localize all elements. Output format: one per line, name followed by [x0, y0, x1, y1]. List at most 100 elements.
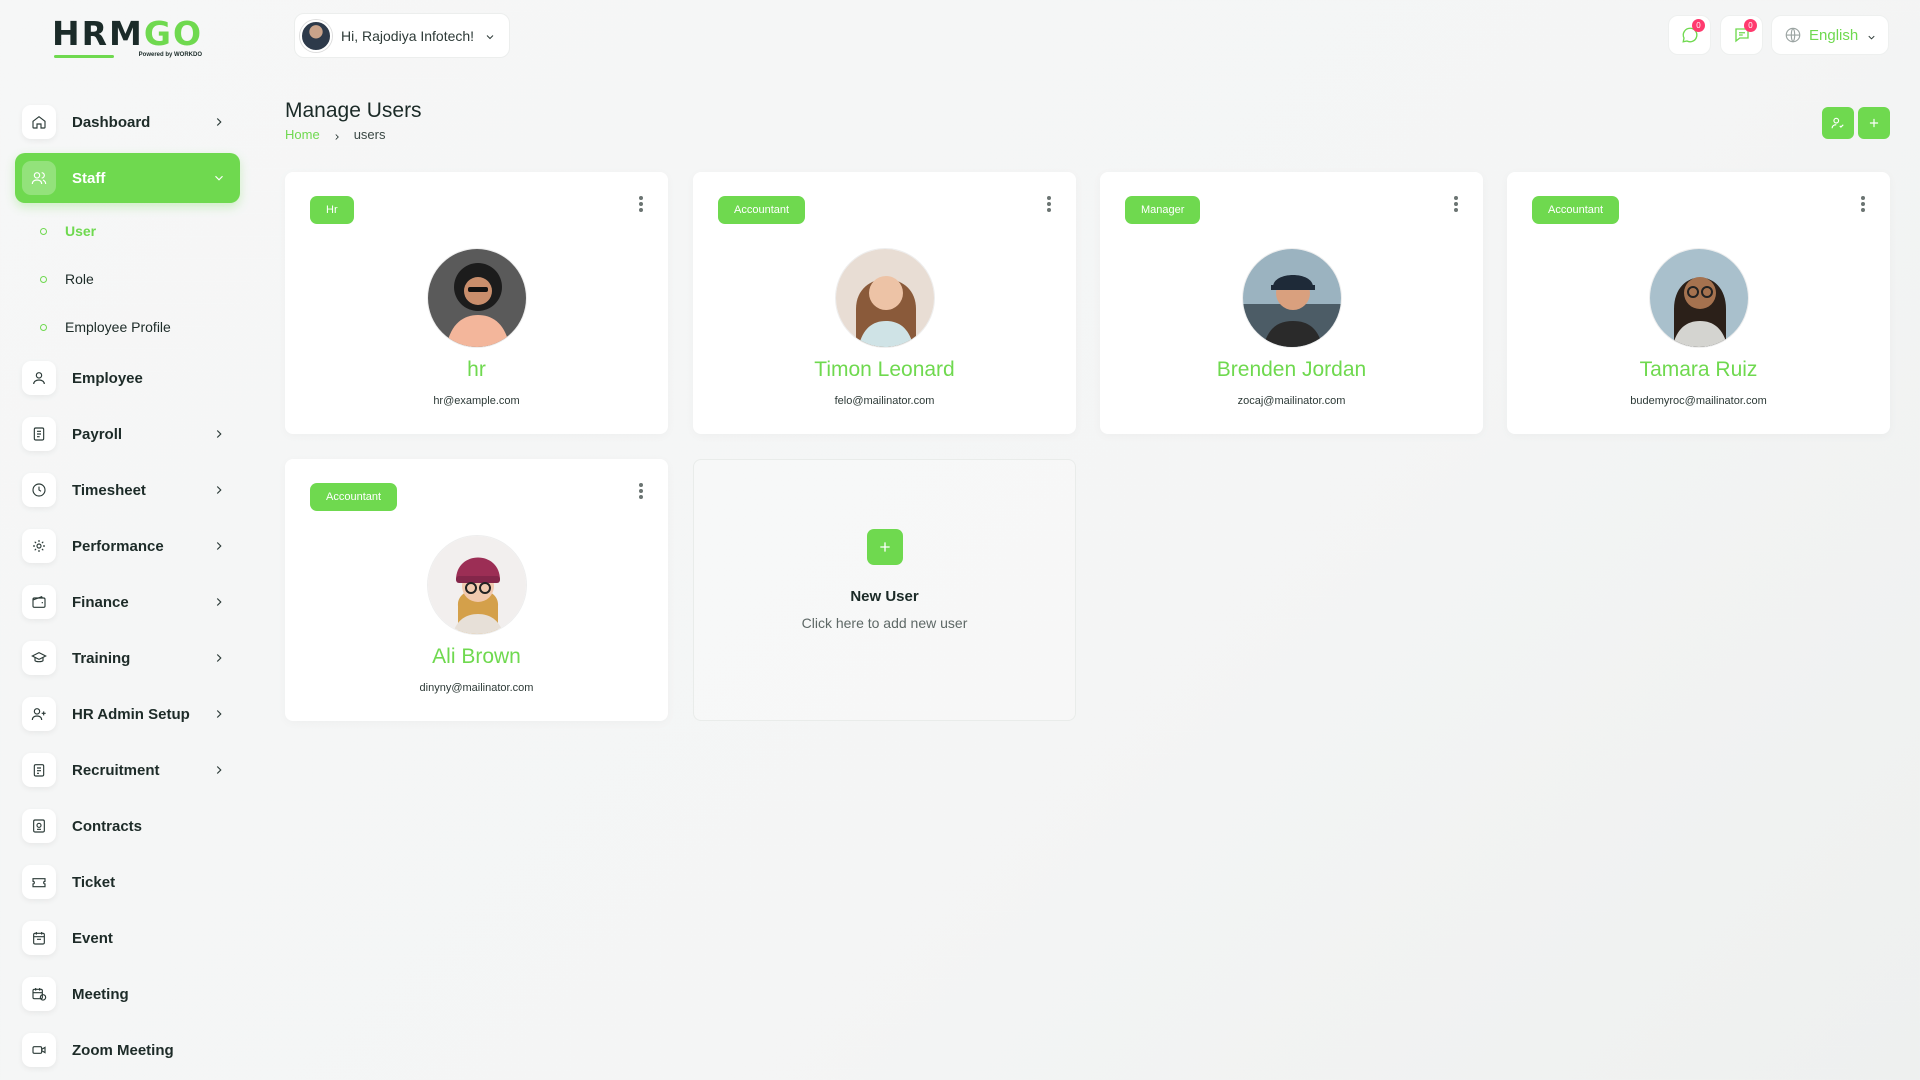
notifications-badge: 0	[1744, 19, 1757, 32]
more-options-icon[interactable]	[1860, 196, 1866, 214]
receipt-icon	[22, 417, 56, 451]
performance-icon	[22, 529, 56, 563]
user-name: hr	[467, 358, 486, 381]
sidebar-item-ticket[interactable]: Ticket	[15, 857, 240, 907]
sidebar-item-performance[interactable]: Performance	[15, 521, 240, 571]
sidebar-item-zoom-meeting[interactable]: Zoom Meeting	[15, 1025, 240, 1075]
sidebar-item-employee[interactable]: Employee	[15, 353, 240, 403]
more-options-icon[interactable]	[638, 196, 644, 214]
user-email: budemyroc@mailinator.com	[1630, 395, 1767, 407]
user-card: Accountant Tamara Ruiz budemyroc@mailina…	[1507, 172, 1890, 434]
chevron-right-icon	[212, 115, 226, 129]
create-user-button[interactable]	[1858, 107, 1890, 139]
user-email: dinyny@mailinator.com	[419, 682, 534, 694]
role-badge: Accountant	[310, 483, 398, 511]
messages-badge: 0	[1692, 19, 1705, 32]
new-user-subtitle: Click here to add new user	[801, 615, 968, 631]
sidebar-item-payroll[interactable]: Payroll	[15, 409, 240, 459]
chevron-right-icon	[212, 539, 226, 553]
sidebar-item-training[interactable]: Training	[15, 633, 240, 683]
notifications-button[interactable]: 0	[1720, 15, 1763, 55]
role-badge: Accountant	[1532, 196, 1620, 224]
chevron-right-icon	[332, 130, 342, 140]
user-photo	[1242, 248, 1342, 348]
bullet-icon	[40, 323, 47, 331]
user-photo	[1649, 248, 1749, 348]
page-title: Manage Users	[285, 99, 422, 122]
globe-icon	[1785, 27, 1801, 43]
user-card: Accountant Ali Brown dinyny@mailinator.c…	[285, 459, 668, 721]
user-photo	[427, 248, 527, 348]
messages-button[interactable]: 0	[1668, 15, 1711, 55]
chevron-down-icon	[484, 30, 496, 42]
sidebar: HRMGO Powered by WORKDO Dashboard Staff …	[0, 0, 256, 1080]
add-user-button[interactable]	[867, 529, 903, 565]
user-name: Ali Brown	[432, 645, 521, 668]
chevron-down-icon	[1866, 30, 1877, 41]
sidebar-subitem-role[interactable]: Role	[15, 255, 240, 303]
role-badge: Manager	[1125, 196, 1201, 224]
ticket-icon	[22, 865, 56, 899]
chevron-down-icon	[212, 171, 226, 185]
chevron-right-icon	[212, 763, 226, 777]
sidebar-item-timesheet[interactable]: Timesheet	[15, 465, 240, 515]
user-menu-dropdown[interactable]: Hi, Rajodiya Infotech!	[294, 13, 510, 58]
language-selector[interactable]: English	[1771, 15, 1889, 55]
user-photo	[835, 248, 935, 348]
language-label: English	[1809, 26, 1859, 44]
sidebar-item-dashboard[interactable]: Dashboard	[15, 97, 240, 147]
user-photo	[427, 535, 527, 635]
sidebar-item-event[interactable]: Event	[15, 913, 240, 963]
breadcrumb-home-link[interactable]: Home	[285, 127, 320, 142]
user-card: Hr hr hr@example.com	[285, 172, 668, 434]
user-card: Accountant Timon Leonard felo@mailinator…	[693, 172, 1076, 434]
staff-submenu: User Role Employee Profile	[15, 207, 240, 351]
sidebar-item-meeting[interactable]: Meeting	[15, 969, 240, 1019]
brand-logo[interactable]: HRMGO Powered by WORKDO	[52, 16, 204, 62]
chevron-right-icon	[212, 595, 226, 609]
breadcrumb-current: users	[353, 127, 386, 142]
sidebar-item-recruitment[interactable]: Recruitment	[15, 745, 240, 795]
more-options-icon[interactable]	[638, 483, 644, 501]
plus-icon	[1869, 118, 1879, 128]
user-logs-button[interactable]	[1822, 107, 1854, 139]
chevron-right-icon	[212, 651, 226, 665]
calendar-clock-icon	[22, 977, 56, 1011]
user-plus-icon	[22, 697, 56, 731]
chevron-right-icon	[212, 427, 226, 441]
more-options-icon[interactable]	[1046, 196, 1052, 214]
home-icon	[22, 105, 56, 139]
sidebar-nav: Dashboard Staff User Role Employee Profi…	[15, 97, 240, 1080]
user-icon	[22, 361, 56, 395]
sidebar-subitem-employee-profile[interactable]: Employee Profile	[15, 303, 240, 351]
breadcrumb: Home users	[285, 127, 385, 142]
role-badge: Accountant	[718, 196, 806, 224]
clipboard-icon	[22, 753, 56, 787]
bullet-icon	[40, 227, 47, 235]
video-icon	[22, 1033, 56, 1067]
chevron-right-icon	[212, 483, 226, 497]
logo-tagline: Powered by WORKDO	[138, 52, 202, 58]
role-badge: Hr	[310, 196, 354, 224]
calendar-icon	[22, 921, 56, 955]
sidebar-item-contracts[interactable]: Contracts	[15, 801, 240, 851]
sidebar-item-hr-admin-setup[interactable]: HR Admin Setup	[15, 689, 240, 739]
sidebar-item-staff[interactable]: Staff	[15, 153, 240, 203]
bullet-icon	[40, 275, 47, 283]
users-icon	[22, 161, 56, 195]
more-options-icon[interactable]	[1453, 196, 1459, 214]
clock-icon	[22, 473, 56, 507]
new-user-card[interactable]: New User Click here to add new user	[693, 459, 1076, 721]
user-email: hr@example.com	[433, 395, 520, 407]
plus-icon	[880, 542, 890, 552]
contract-icon	[22, 809, 56, 843]
graduation-cap-icon	[22, 641, 56, 675]
sidebar-item-finance[interactable]: Finance	[15, 577, 240, 627]
user-name: Tamara Ruiz	[1639, 358, 1758, 381]
logo-underline	[54, 55, 114, 58]
user-greeting: Hi, Rajodiya Infotech!	[341, 27, 475, 44]
new-user-title: New User	[850, 588, 919, 605]
user-name: Brenden Jordan	[1216, 358, 1367, 381]
sidebar-subitem-user[interactable]: User	[15, 207, 240, 255]
user-email: felo@mailinator.com	[834, 395, 935, 407]
